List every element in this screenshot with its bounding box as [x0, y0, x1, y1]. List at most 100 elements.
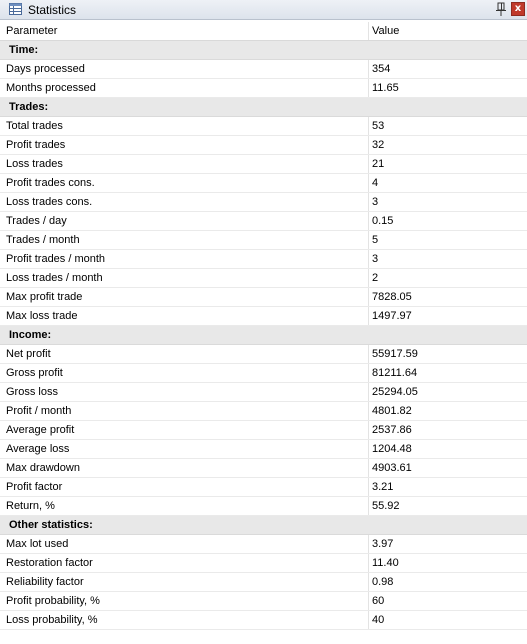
parameter-cell: Loss trades / month [6, 272, 103, 284]
value-cell: 21 [372, 158, 385, 170]
table-row[interactable]: Gross profit 81211.64 [0, 364, 527, 383]
statistics-table: Parameter Value Time: Days processed 354 Mo… [0, 22, 527, 630]
group-header[interactable]: Trades: [0, 98, 527, 117]
parameter-cell: Trades / month [6, 234, 80, 246]
cell-divider [368, 497, 369, 515]
table-row[interactable]: Reliability factor 0.98 [0, 573, 527, 592]
group-label: Trades: [9, 101, 49, 113]
parameter-cell: Profit trades cons. [6, 177, 95, 189]
parameter-cell: Months processed [6, 82, 96, 94]
table-row[interactable]: Profit probability, % 60 [0, 592, 527, 611]
parameter-cell: Profit factor [6, 481, 63, 493]
table-row[interactable]: Trades / day 0.15 [0, 212, 527, 231]
table-row[interactable]: Loss trades 21 [0, 155, 527, 174]
cell-divider [368, 79, 369, 97]
cell-divider [368, 269, 369, 287]
value-cell: 3.97 [372, 538, 394, 550]
cell-divider [368, 288, 369, 306]
value-cell: 11.65 [372, 82, 399, 94]
parameter-cell: Profit trades [6, 139, 66, 151]
parameter-cell: Restoration factor [6, 557, 93, 569]
table-row[interactable]: Loss probability, % 40 [0, 611, 527, 630]
pin-icon[interactable] [494, 2, 508, 17]
table-row[interactable]: Loss trades cons. 3 [0, 193, 527, 212]
parameter-cell: Average loss [6, 443, 70, 455]
table-row[interactable]: Max profit trade 7828.05 [0, 288, 527, 307]
table-row[interactable]: Months processed 11.65 [0, 79, 527, 98]
table-row[interactable]: Profit trades / month 3 [0, 250, 527, 269]
close-icon: x [514, 3, 522, 14]
value-cell: 25294.05 [372, 386, 418, 398]
table-row[interactable]: Max loss trade 1497.97 [0, 307, 527, 326]
table-row[interactable]: Average profit 2537.86 [0, 421, 527, 440]
table-row[interactable]: Gross loss 25294.05 [0, 383, 527, 402]
cell-divider [368, 117, 369, 135]
group-header[interactable]: Time: [0, 41, 527, 60]
cell-divider [368, 155, 369, 173]
value-cell: 4903.61 [372, 462, 412, 474]
group-header[interactable]: Other statistics: [0, 516, 527, 535]
value-cell: 3.21 [372, 481, 394, 493]
close-button[interactable]: x [511, 2, 525, 16]
parameter-cell: Profit probability, % [6, 595, 100, 607]
parameter-cell: Gross loss [6, 386, 58, 398]
table-row[interactable]: Total trades 53 [0, 117, 527, 136]
cell-divider [368, 573, 369, 591]
column-header-parameter[interactable]: Parameter [6, 22, 57, 40]
cell-divider [368, 60, 369, 78]
group-label: Income: [9, 329, 52, 341]
cell-divider [368, 459, 369, 477]
table-row[interactable]: Profit trades 32 [0, 136, 527, 155]
value-cell: 53 [372, 120, 385, 132]
value-cell: 1497.97 [372, 310, 412, 322]
table-row[interactable]: Net profit 55917.59 [0, 345, 527, 364]
parameter-cell: Gross profit [6, 367, 63, 379]
value-cell: 4 [372, 177, 379, 189]
cell-divider [368, 345, 369, 363]
cell-divider [368, 307, 369, 325]
parameter-cell: Max drawdown [6, 462, 80, 474]
cell-divider [368, 478, 369, 496]
cell-divider [368, 174, 369, 192]
table-row[interactable]: Profit trades cons. 4 [0, 174, 527, 193]
table-row[interactable]: Max drawdown 4903.61 [0, 459, 527, 478]
value-cell: 32 [372, 139, 385, 151]
parameter-cell: Loss probability, % [6, 614, 98, 626]
parameter-cell: Profit / month [6, 405, 72, 417]
cell-divider [368, 535, 369, 553]
value-cell: 40 [372, 614, 385, 626]
table-row[interactable]: Restoration factor 11.40 [0, 554, 527, 573]
cell-divider [368, 611, 369, 629]
cell-divider [368, 364, 369, 382]
table-row[interactable]: Max lot used 3.97 [0, 535, 527, 554]
parameter-cell: Reliability factor [6, 576, 84, 588]
parameter-cell: Max lot used [6, 538, 69, 550]
table-row[interactable]: Profit / month 4801.82 [0, 402, 527, 421]
cell-divider [368, 592, 369, 610]
value-cell: 11.40 [372, 557, 399, 569]
parameter-cell: Total trades [6, 120, 63, 132]
cell-divider [368, 383, 369, 401]
table-row[interactable]: Profit factor 3.21 [0, 478, 527, 497]
cell-divider [368, 421, 369, 439]
parameter-cell: Max loss trade [6, 310, 78, 322]
table-row[interactable]: Trades / month 5 [0, 231, 527, 250]
parameter-cell: Return, % [6, 500, 55, 512]
window-title: Statistics [28, 3, 77, 17]
parameter-cell: Net profit [6, 348, 51, 360]
column-divider[interactable] [368, 22, 369, 40]
cell-divider [368, 212, 369, 230]
group-header[interactable]: Income: [0, 326, 527, 345]
parameter-cell: Trades / day [6, 215, 67, 227]
value-cell: 3 [372, 196, 379, 208]
table-row[interactable]: Average loss 1204.48 [0, 440, 527, 459]
parameter-cell: Loss trades [6, 158, 63, 170]
table-icon [9, 3, 22, 15]
column-header-value[interactable]: Value [372, 22, 399, 40]
parameter-cell: Profit trades / month [6, 253, 106, 265]
table-row[interactable]: Return, % 55.92 [0, 497, 527, 516]
table-row[interactable]: Loss trades / month 2 [0, 269, 527, 288]
value-cell: 7828.05 [372, 291, 412, 303]
table-row[interactable]: Days processed 354 [0, 60, 527, 79]
cell-divider [368, 554, 369, 572]
